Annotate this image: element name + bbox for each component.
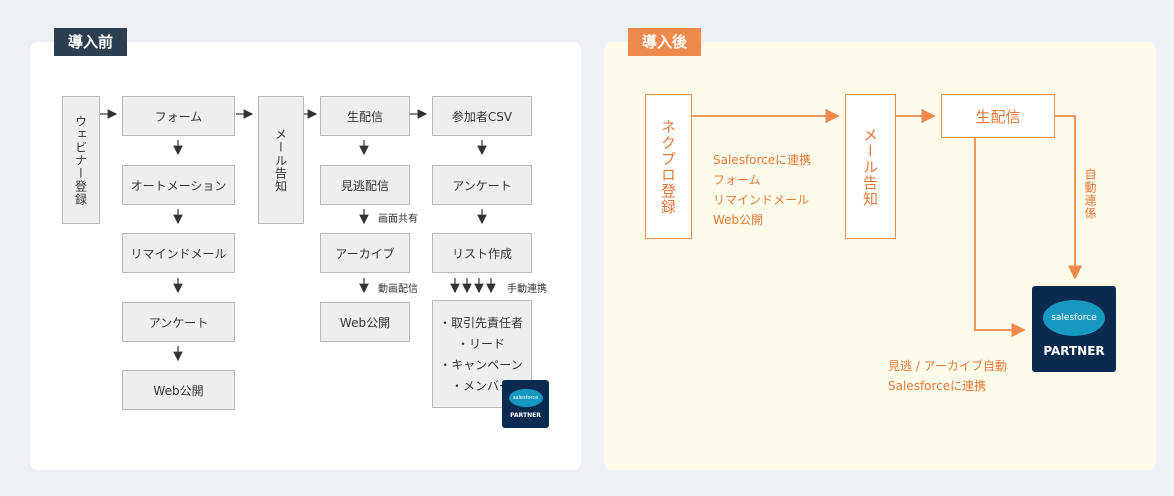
- partner-label: PARTNER: [510, 412, 541, 419]
- survey-box-2: アンケート: [432, 165, 532, 205]
- remind-mail-box: リマインドメール: [122, 233, 235, 273]
- video-delivery-label: 動画配信: [378, 284, 418, 295]
- web-publish-box-2: Web公開: [320, 302, 410, 342]
- archive-note: 見逃 / アーカイブ自動 Salesforceに連携: [888, 356, 1007, 396]
- survey-box-1: アンケート: [122, 302, 235, 342]
- mail-notice-box: メール告知: [258, 96, 304, 224]
- nekopuro-registration-box: ネクプロ登録: [645, 94, 692, 239]
- participant-csv-box: 参加者CSV: [432, 96, 532, 136]
- feature-item: リマインドメール: [713, 193, 810, 207]
- auto-link-label: 自動連係: [1083, 168, 1097, 220]
- archive-note-line: 見逃 / アーカイブ自動: [888, 359, 1007, 373]
- mail-notice-box-after: メール告知: [845, 94, 896, 239]
- partner-label: PARTNER: [1043, 344, 1105, 358]
- feature-item: Salesforceに連携: [713, 153, 812, 167]
- screen-share-label: 画面共有: [378, 214, 418, 225]
- missed-box: 見逃配信: [320, 165, 410, 205]
- salesforce-partner-badge-small: salesforce PARTNER: [502, 380, 549, 428]
- live-box-after: 生配信: [941, 94, 1055, 138]
- feature-item: フォーム: [713, 173, 761, 187]
- list-item: ・リード: [457, 337, 506, 351]
- features-list: Salesforceに連携 フォーム リマインドメール Web公開: [713, 150, 811, 230]
- archive-note-line: Salesforceに連携: [888, 379, 987, 393]
- salesforce-partner-badge: salesforce PARTNER: [1032, 286, 1116, 372]
- webinar-registration-box: ウェビナー登録: [62, 96, 100, 224]
- web-publish-box-1: Web公開: [122, 370, 235, 410]
- manual-link-label: 手動連携: [507, 284, 547, 295]
- live-box: 生配信: [320, 96, 410, 136]
- archive-box: アーカイブ: [320, 233, 410, 273]
- automation-box: オートメーション: [122, 165, 235, 205]
- salesforce-cloud-logo: salesforce: [1043, 300, 1105, 336]
- list-creation-box: リスト作成: [432, 233, 532, 273]
- salesforce-cloud-logo: salesforce: [508, 389, 543, 407]
- list-item: ・キャンペーン: [439, 358, 523, 372]
- list-item: ・取引先責任者: [439, 316, 524, 330]
- feature-item: Web公開: [713, 213, 764, 227]
- form-box: フォーム: [122, 96, 235, 136]
